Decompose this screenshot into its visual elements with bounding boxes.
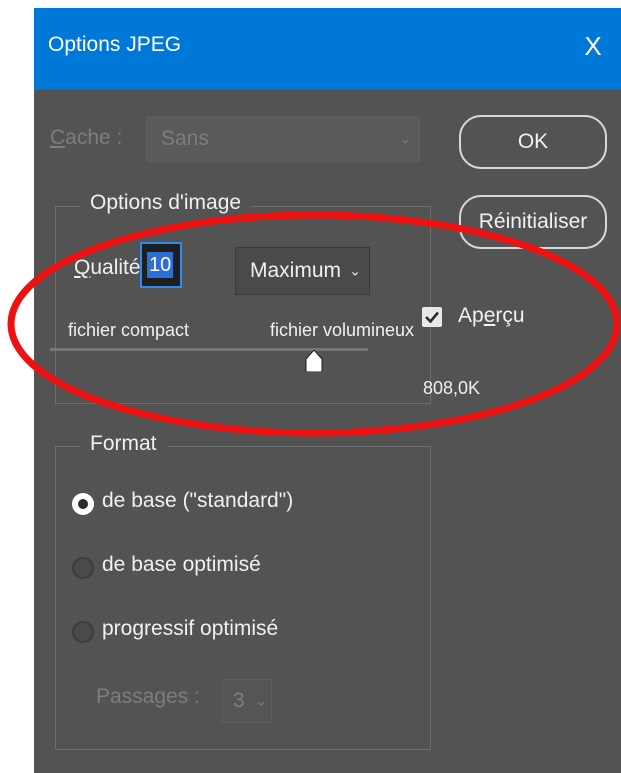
chevron-down-icon: ⌄ <box>399 130 411 147</box>
baseline-optimized-label: de base optimisé <box>102 553 261 576</box>
format-title: Format <box>80 432 167 456</box>
matte-value: Sans <box>161 127 209 150</box>
baseline-standard-label: de base ("standard") <box>102 489 294 512</box>
passes-label: Passages : <box>96 685 200 708</box>
radio-progressive-optimized[interactable] <box>72 621 94 643</box>
reset-button[interactable]: Réinitialiser <box>459 195 607 249</box>
matte-label: Cache : <box>50 126 122 150</box>
passes-value: 3 <box>233 689 245 712</box>
preview-label: Aperçu <box>458 304 525 328</box>
slider-min-label: fichier compact <box>68 320 190 340</box>
window-title: Options JPEG <box>48 33 182 56</box>
quality-slider-thumb[interactable] <box>304 350 324 372</box>
radio-baseline-optimized[interactable] <box>72 557 94 579</box>
matte-select[interactable]: Sans ⌄ <box>146 116 420 162</box>
chevron-down-icon: ⌄ <box>349 262 361 279</box>
quality-value: 10 <box>147 252 174 278</box>
checkmark-icon <box>425 311 439 324</box>
quality-input[interactable]: 10 <box>140 242 182 288</box>
matte-label-text: Cache : <box>50 126 123 149</box>
preview-checkbox[interactable] <box>422 307 442 327</box>
quality-preset-select[interactable]: Maximum ⌄ <box>235 247 370 295</box>
preview-label-text: Aperçu <box>458 304 525 327</box>
progressive-optimized-label: progressif optimisé <box>102 617 279 640</box>
ok-button[interactable]: OK <box>459 115 607 169</box>
file-size: 808,0K <box>423 378 481 398</box>
passes-select[interactable]: 3 ⌄ <box>222 679 272 723</box>
radio-baseline-standard[interactable] <box>72 493 94 515</box>
title-bar: Options JPEG X <box>34 8 621 90</box>
quality-preset-value: Maximum <box>250 259 342 282</box>
image-options-group <box>55 206 431 404</box>
chevron-down-icon: ⌄ <box>255 692 267 709</box>
slider-max-label: fichier volumineux <box>270 320 415 340</box>
image-options-title: Options d'image <box>80 191 252 215</box>
close-button[interactable]: X <box>565 24 621 68</box>
